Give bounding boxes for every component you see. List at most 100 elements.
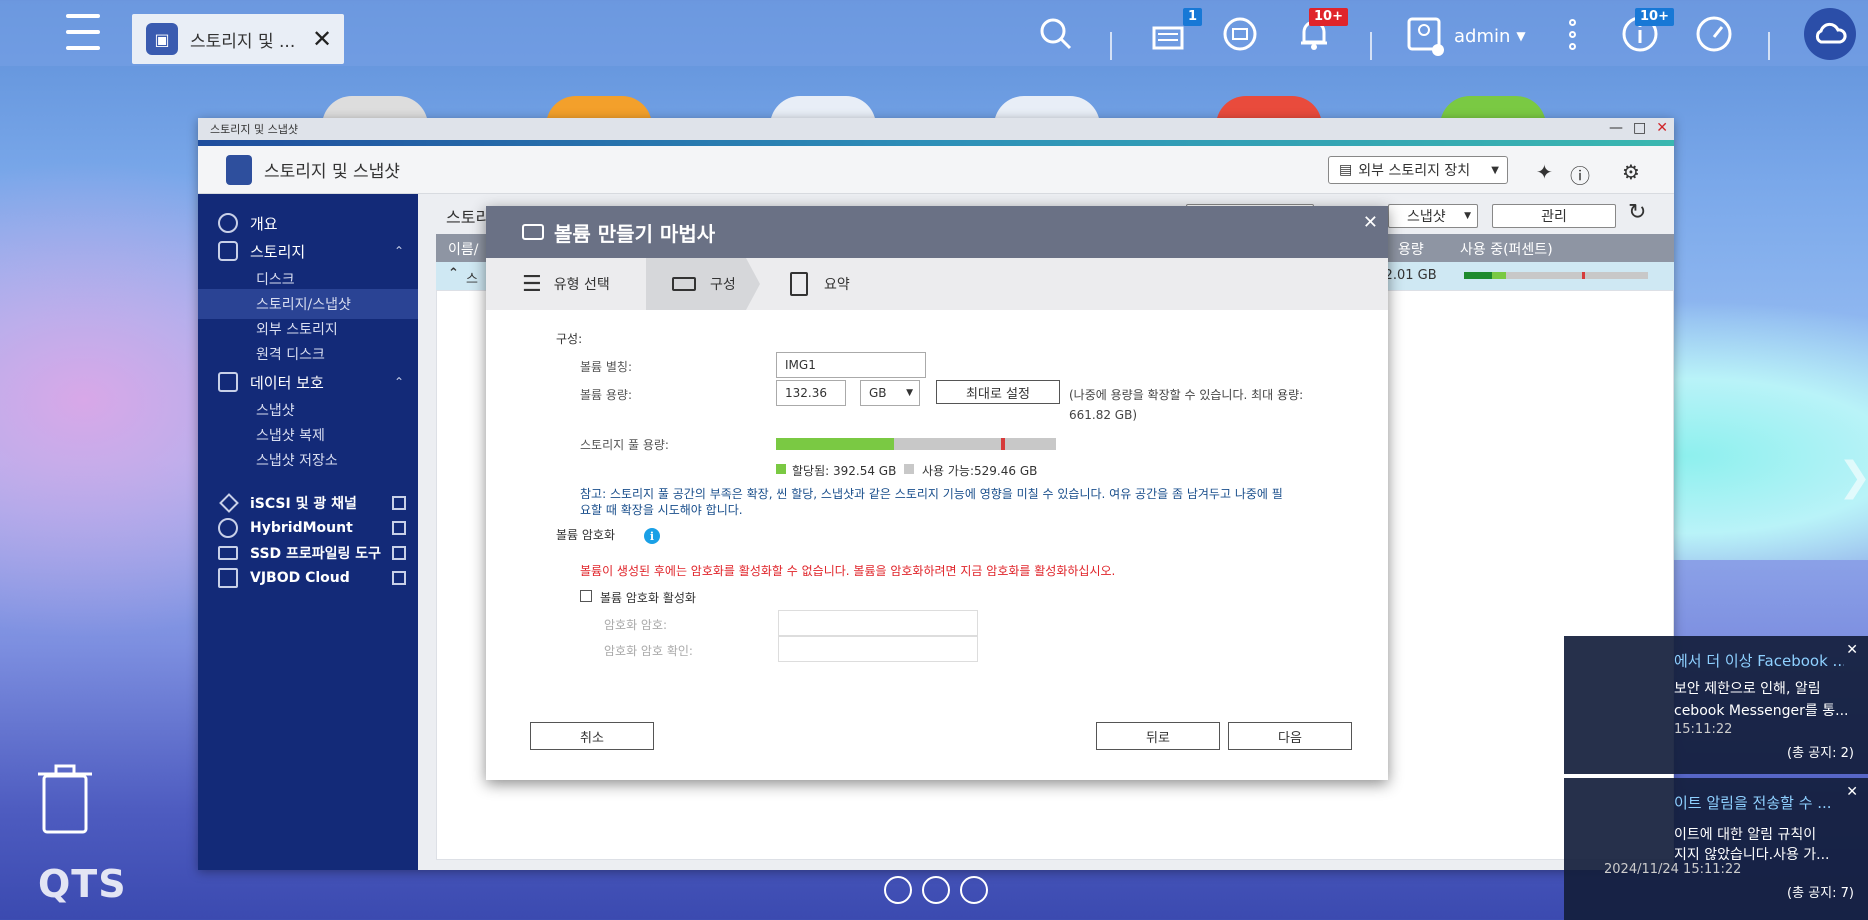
create-volume-wizard: 볼륨 만들기 마법사 ✕ ☰ 유형 선택 구성 요약 구성: 볼륨 별칭: IM… (486, 206, 1388, 780)
pool-note: 참고: 스토리지 풀 공간의 부족은 확장, 씬 할당, 스냅샷과 같은 스토리… (580, 487, 1283, 501)
user-icon (1407, 17, 1444, 56)
collapse-icon[interactable]: ⌃ (448, 266, 459, 281)
notification-text: cebook Messenger를 통... (1674, 703, 1849, 719)
next-page-arrow-icon[interactable]: ❯ (1838, 454, 1868, 500)
sidebar-item-data-protection[interactable]: 데이터 보호 ⌃ (198, 367, 418, 397)
sidebar-item-label: 스토리지/스냅샷 (256, 297, 351, 313)
encryption-password-input[interactable] (778, 610, 978, 636)
caret-down-icon: ▼ (1491, 164, 1499, 176)
step-label: 구성 (710, 277, 736, 293)
cancel-button[interactable]: 취소 (530, 722, 654, 750)
alias-label: 볼륨 별칭: (580, 360, 633, 374)
resource-monitor-icon[interactable] (1694, 14, 1734, 54)
external-link-icon[interactable] (392, 521, 406, 535)
notification-count: (총 공지: 2) (1787, 746, 1854, 761)
sidebar-item-label: 원격 디스크 (256, 347, 325, 363)
encryption-password-confirm-input[interactable] (778, 636, 978, 662)
gear-icon[interactable]: ⚙ (1622, 160, 1640, 184)
close-icon[interactable]: ✕ (1656, 120, 1668, 136)
search-icon[interactable] (1036, 14, 1076, 54)
sidebar-item-remote-disk[interactable]: 원격 디스크 (198, 339, 418, 369)
external-link-icon[interactable] (392, 571, 406, 585)
capacity-label: 볼륨 용량: (580, 388, 633, 402)
external-link-icon[interactable] (392, 546, 406, 560)
external-storage-label: 외부 스토리지 장치 (1358, 163, 1471, 179)
notification-card[interactable]: 이트 알림을 전송할 수 ... ✕ 이트에 대한 알림 규칙이 지지 않았습니… (1564, 778, 1868, 920)
info-icon[interactable]: 10+ (1620, 8, 1674, 54)
wizard-steps: ☰ 유형 선택 구성 요약 (486, 258, 1388, 310)
close-icon[interactable]: ✕ (1846, 784, 1858, 800)
refresh-icon[interactable]: ↻ (1628, 200, 1646, 225)
notification-time: 2024/11/24 15:11:22 (1604, 862, 1742, 877)
content-title: 스토리 (446, 208, 491, 227)
capacity-unit-select[interactable]: GB ▼ (860, 380, 920, 406)
section-encryption-title: 볼륨 암호화 (556, 528, 616, 542)
sidebar-item-label: HybridMount (250, 520, 353, 536)
window-titlebar[interactable]: 스토리지 및 스냅샷 — □ ✕ (198, 118, 1674, 140)
tasks-badge: 1 (1182, 8, 1202, 26)
app-tab[interactable]: ▣ 스토리지 및 ... ✕ (132, 14, 344, 64)
info-icon[interactable]: i (644, 528, 660, 544)
minimize-icon[interactable]: — (1609, 120, 1623, 136)
sidebar-item-label: VJBOD Cloud (250, 570, 350, 586)
disk-icon (522, 224, 544, 240)
sidebar-item-overview[interactable]: 개요 (198, 208, 418, 238)
set-max-button[interactable]: 최대로 설정 (936, 380, 1060, 404)
tab-close-icon[interactable]: ✕ (312, 25, 332, 53)
encryption-warning: 볼륨이 생성된 후에는 암호화를 활성화할 수 없습니다. 볼륨을 암호화하려면… (580, 564, 1116, 578)
ssd-icon (218, 546, 238, 560)
sidebar-item-storage[interactable]: 스토리지 ⌃ (198, 236, 418, 266)
helpdesk-icon[interactable] (960, 876, 988, 904)
snapshot-label: 스냅샷 (1407, 209, 1446, 225)
dashboard-icon (218, 213, 238, 233)
legend-available: 사용 가능:529.46 GB (922, 464, 1038, 478)
maximize-icon[interactable]: □ (1633, 120, 1646, 136)
snapshot-dropdown[interactable]: 스냅샷 ▼ (1388, 204, 1478, 228)
info-badge: 10+ (1635, 8, 1674, 26)
volume-alias-input[interactable]: IMG1 (776, 352, 926, 378)
back-button[interactable]: 뒤로 (1096, 722, 1220, 750)
utility-icon[interactable] (922, 876, 950, 904)
sidebar: 개요 스토리지 ⌃ 디스크 스토리지/스냅샷 외부 스토리지 원격 디스크 데이… (198, 194, 418, 870)
database-icon (218, 241, 238, 261)
volume-capacity-input[interactable]: 132.36 (776, 380, 846, 406)
list-icon: ☰ (522, 271, 542, 297)
external-link-icon[interactable] (392, 496, 406, 510)
wand-icon[interactable]: ✦ (1536, 160, 1553, 184)
notification-card[interactable]: 에서 더 이상 Facebook ... ✕ 보안 제한으로 인해, 알림 ce… (1564, 636, 1868, 774)
user-name: admin (1454, 25, 1511, 47)
caret-down-icon: ▼ (1464, 211, 1471, 221)
chevron-up-icon[interactable]: ⌃ (394, 244, 404, 258)
close-icon[interactable]: ✕ (1846, 642, 1858, 658)
step-arrow (746, 258, 760, 310)
sidebar-item-label: 디스크 (256, 272, 295, 288)
enable-encryption-checkbox[interactable] (580, 590, 592, 602)
close-icon[interactable]: ✕ (1363, 212, 1378, 233)
manage-button[interactable]: 관리 (1492, 204, 1616, 228)
external-storage-dropdown[interactable]: ▤ 외부 스토리지 장치 ▼ (1328, 156, 1508, 184)
trash-icon[interactable] (36, 762, 94, 836)
cloud-icon[interactable] (1804, 8, 1856, 60)
more-icon[interactable] (1562, 14, 1582, 54)
bell-icon[interactable]: 10+ (1294, 8, 1348, 54)
sidebar-item-snapshot-vault[interactable]: 스냅샷 저장소 (198, 445, 418, 475)
qts-logo: QTS (38, 862, 127, 906)
step-summary: 요약 (790, 258, 910, 310)
chevron-up-icon[interactable]: ⌃ (394, 375, 404, 389)
background-tasks-icon[interactable]: 1 (1148, 8, 1202, 54)
sidebar-item-label: 스토리지 (250, 242, 306, 261)
col-capacity: 용량 (1398, 242, 1424, 258)
user-menu[interactable]: admin ▼ (1406, 14, 1526, 58)
password-label: 암호화 암호: (604, 618, 668, 632)
menu-icon[interactable] (66, 14, 100, 50)
sidebar-item-label: 스냅샷 저장소 (256, 453, 338, 469)
sidebar-item-label: 개요 (250, 214, 278, 233)
dock (884, 876, 988, 904)
capacity-hint-max: 661.82 GB) (1069, 408, 1138, 422)
help-icon[interactable]: ⓘ (1570, 160, 1590, 189)
sidebar-item-vjbod-cloud[interactable]: VJBOD Cloud (198, 563, 418, 593)
notification-text: 지지 않았습니다.사용 가... (1674, 847, 1830, 863)
myqnapcloud-icon[interactable] (884, 876, 912, 904)
sync-icon[interactable] (1220, 14, 1260, 54)
next-button[interactable]: 다음 (1228, 722, 1352, 750)
